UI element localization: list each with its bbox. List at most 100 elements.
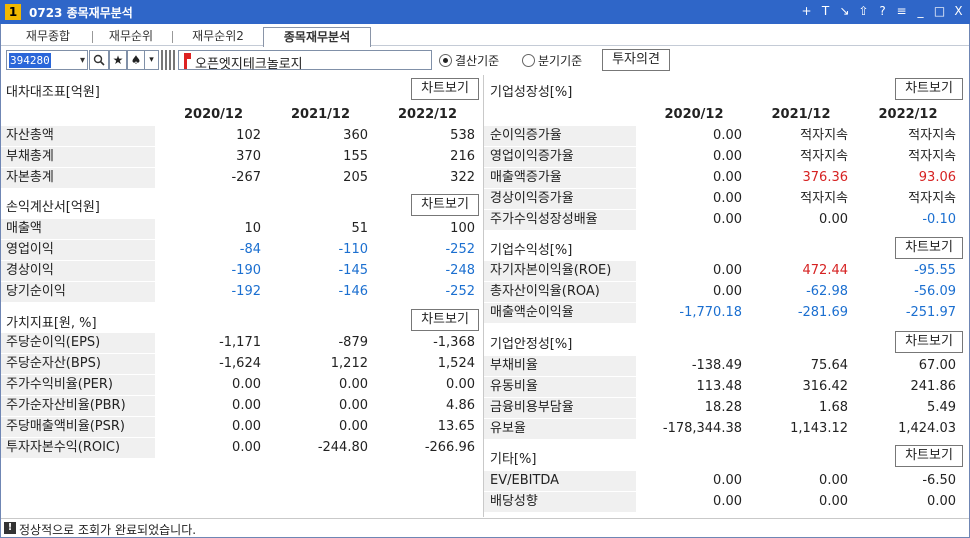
cell-value: -146	[338, 284, 368, 299]
stock-name: 오픈엣지테크놀로지	[195, 57, 303, 72]
cell-value: 0.00	[713, 128, 742, 143]
cell-value: -56.09	[914, 284, 956, 299]
add-icon[interactable]: +	[799, 3, 814, 20]
tab-stock-financial-analysis[interactable]: 종목재무분석	[263, 27, 371, 47]
link-icon[interactable]: ↘	[837, 3, 852, 20]
investment-opinion-button[interactable]: 투자의견	[602, 49, 670, 71]
chevron-down-icon[interactable]: ▾	[80, 55, 85, 66]
radio-settlement-basis[interactable]: 결산기준	[439, 52, 499, 69]
cell-value: 0.00	[819, 473, 848, 488]
cell-value: 0.00	[232, 419, 261, 434]
cell-value: 0.00	[819, 212, 848, 227]
cell-value: -281.69	[797, 305, 848, 320]
cell-value: 316.42	[802, 379, 849, 394]
growth-chart-button[interactable]: 차트보기	[895, 78, 963, 100]
cell-value: 0.00	[713, 494, 742, 509]
table-row: 자기자본이익율(ROE) 0.00 472.44 -95.55	[484, 261, 970, 282]
search-button[interactable]	[89, 50, 109, 70]
cell-value: 적자지속	[908, 128, 956, 143]
text-icon[interactable]: T	[818, 3, 833, 20]
row-label: 유동비율	[484, 377, 636, 397]
etc-header: 기타[%] 차트보기	[484, 443, 970, 467]
stock-code-input[interactable]: 394280 ▾	[6, 50, 88, 70]
value-index-title: 가치지표[원, %]	[6, 316, 97, 331]
right-panel: 기업성장성[%] 차트보기 2020/12 2021/12 2022/12 순이…	[484, 75, 970, 517]
cell-value: -1,171	[219, 335, 261, 350]
cell-value: 360	[343, 128, 368, 143]
table-row: 매출액 10 51 100	[0, 219, 483, 240]
cell-value: 0.00	[713, 191, 742, 206]
cell-value: 1.68	[819, 400, 848, 415]
chevron-down-icon[interactable]: ▾	[145, 50, 159, 70]
cell-value: -192	[231, 284, 261, 299]
cell-value: 538	[450, 128, 475, 143]
cell-value: 155	[343, 149, 368, 164]
stock-name-field[interactable]: 오픈엣지테크놀로지	[178, 50, 432, 72]
etc-chart-button[interactable]: 차트보기	[895, 445, 963, 467]
cell-value: -138.49	[691, 358, 742, 373]
balance-chart-button[interactable]: 차트보기	[411, 78, 479, 100]
row-label: 총자산이익율(ROA)	[484, 282, 636, 302]
stability-title: 기업안정성[%]	[490, 337, 573, 352]
cell-value: -244.80	[317, 440, 368, 455]
year-header: 2020/12	[183, 107, 244, 122]
tab-financial-rank2[interactable]: 재무순위2	[178, 27, 258, 46]
row-label: 투자자본수익(ROIC)	[0, 438, 155, 458]
menu-icon[interactable]: ≡	[894, 3, 909, 20]
cell-value: 4.86	[446, 398, 475, 413]
tab-financial-rank[interactable]: 재무순위	[96, 27, 166, 46]
cell-value: 18.28	[704, 400, 742, 415]
cell-value: -178,344.38	[662, 421, 742, 436]
minimize-icon[interactable]: _	[913, 3, 928, 20]
cell-value: 322	[450, 170, 475, 185]
balance-sheet-header: 대차대조표[억원] 차트보기	[0, 76, 483, 100]
balance-sheet-title: 대차대조표[억원]	[6, 85, 100, 100]
cell-value: -879	[338, 335, 368, 350]
radio-quarter-label: 분기기준	[538, 54, 583, 68]
table-row: 주당순자산(BPS) -1,624 1,212 1,524	[0, 354, 483, 375]
row-label: 경상이익증가율	[484, 189, 636, 209]
export-icon[interactable]: ⇧	[856, 3, 871, 20]
alert-icon: !	[4, 522, 16, 534]
close-icon[interactable]: X	[951, 3, 966, 20]
row-label: 부채총계	[0, 147, 155, 167]
cell-value: -190	[231, 263, 261, 278]
cell-value: -62.98	[806, 284, 848, 299]
maximize-icon[interactable]: □	[932, 3, 947, 20]
favorite-star-icon[interactable]: ★	[109, 50, 127, 70]
cell-value: 370	[236, 149, 261, 164]
row-label: 주당매출액비율(PSR)	[0, 417, 155, 437]
income-statement-header: 손익계산서[억원] 차트보기	[0, 191, 483, 216]
cell-value: 1,143.12	[790, 421, 848, 436]
profitability-chart-button[interactable]: 차트보기	[895, 237, 963, 259]
grid-icon[interactable]	[161, 50, 177, 70]
cell-value: -251.97	[905, 305, 956, 320]
cell-value: 0.00	[713, 473, 742, 488]
spade-icon[interactable]: ♠	[127, 50, 145, 70]
income-chart-button[interactable]: 차트보기	[411, 194, 479, 216]
row-label: 주당순이익(EPS)	[0, 333, 155, 353]
row-label: 주가순자산비율(PBR)	[0, 396, 155, 416]
radio-quarter-basis[interactable]: 분기기준	[522, 52, 582, 69]
row-label: 매출액순이익율	[484, 303, 636, 323]
cell-value: -248	[445, 263, 475, 278]
title-bar: 1 0723 종목재무분석 + T ↘ ⇧ ? ≡ _ □ X	[0, 0, 970, 24]
row-label: EV/EBITDA	[484, 471, 636, 491]
cell-value: 0.00	[339, 377, 368, 392]
stability-chart-button[interactable]: 차트보기	[895, 331, 963, 353]
row-label: 매출액증가율	[484, 168, 636, 188]
cell-value: -1,770.18	[679, 305, 742, 320]
value-chart-button[interactable]: 차트보기	[411, 309, 479, 331]
cell-value: 0.00	[713, 170, 742, 185]
row-label: 금융비용부담율	[484, 398, 636, 418]
cell-value: -0.10	[922, 212, 956, 227]
cell-value: 113.48	[696, 379, 743, 394]
table-row: 주가수익비율(PER) 0.00 0.00 0.00	[0, 375, 483, 396]
help-icon[interactable]: ?	[875, 3, 890, 20]
cell-value: 적자지속	[800, 149, 848, 164]
cell-value: 51	[351, 221, 368, 236]
tab-financial-summary[interactable]: 재무종합	[8, 27, 88, 46]
cell-value: 13.65	[437, 419, 475, 434]
tab-divider	[172, 31, 173, 43]
table-row: 영업이익 -84 -110 -252	[0, 240, 483, 261]
